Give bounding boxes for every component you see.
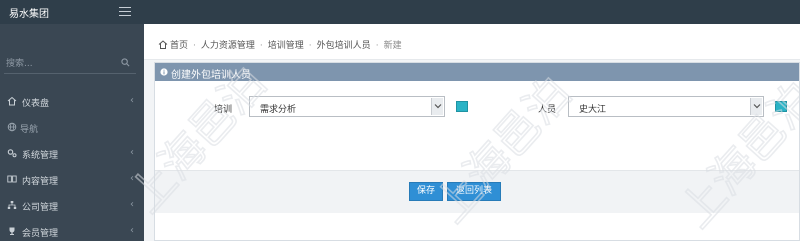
training-label: 培训 <box>214 105 233 115</box>
breadcrumb-training[interactable]: 培训管理 <box>268 41 304 51</box>
main-content: 首页 · 人力资源管理 · 培训管理 · 外包培训人员 · 新建 创建外包培训人员 培训 需求分… <box>144 24 800 241</box>
breadcrumb-separator: · <box>259 41 263 51</box>
sidebar-item-label: 会员管理 <box>22 229 59 239</box>
sidebar-item-label: 内容管理 <box>22 177 59 187</box>
trophy-icon <box>9 227 15 235</box>
chevron-left-icon: ‹ <box>130 225 134 236</box>
menu-toggle-icon[interactable] <box>119 7 131 17</box>
person-select[interactable]: 史大江 <box>568 96 764 117</box>
sidebar-item-label: 导航 <box>20 125 39 135</box>
breadcrumb-outsourced-trainees[interactable]: 外包培训人员 <box>317 41 371 51</box>
chevron-left-icon: ‹ <box>130 199 134 210</box>
top-bar: 易水集团 <box>0 0 800 24</box>
brand-name: 易水集团 <box>9 9 49 20</box>
chevron-down-icon <box>750 98 762 115</box>
sidebar-search <box>4 54 136 74</box>
sidebar: 仪表盘 ‹ 导航 系统管理 ‹ 内容管理 ‹ <box>0 24 144 241</box>
person-picker-button[interactable] <box>775 101 787 112</box>
home-icon <box>7 96 17 106</box>
sidebar-item-label: 系统管理 <box>22 151 59 161</box>
create-form-panel: 创建外包培训人员 培训 需求分析 人员 史大江 保存 返回列表 <box>154 62 800 241</box>
sidebar-item-members[interactable]: 会员管理 ‹ <box>0 218 144 241</box>
sidebar-item-dashboard[interactable]: 仪表盘 ‹ <box>0 88 144 114</box>
chevron-left-icon: ‹ <box>130 95 134 106</box>
chevron-left-icon: ‹ <box>130 173 134 184</box>
search-icon[interactable] <box>121 58 130 67</box>
home-icon <box>158 40 168 49</box>
breadcrumb-current: 新建 <box>383 41 402 51</box>
org-chart-icon <box>7 201 17 209</box>
sidebar-item-company[interactable]: 公司管理 ‹ <box>0 192 144 218</box>
sidebar-item-content[interactable]: 内容管理 ‹ <box>0 166 144 192</box>
chevron-left-icon: ‹ <box>130 147 134 158</box>
gears-icon <box>7 149 17 158</box>
breadcrumb-home[interactable]: 首页 <box>170 41 188 51</box>
training-picker-button[interactable] <box>456 101 468 112</box>
person-label: 人员 <box>538 105 557 115</box>
content-icon <box>7 175 17 183</box>
panel-header: 创建外包培训人员 <box>155 63 799 81</box>
sidebar-item-navigation[interactable]: 导航 <box>0 114 144 140</box>
breadcrumb-separator: · <box>193 41 196 51</box>
search-input[interactable] <box>6 56 118 72</box>
breadcrumb-separator: · <box>308 41 312 51</box>
back-to-list-button[interactable]: 返回列表 <box>447 182 501 201</box>
person-select-value: 史大江 <box>579 105 607 115</box>
globe-icon <box>7 122 17 132</box>
training-select-value: 需求分析 <box>260 105 297 115</box>
training-select[interactable]: 需求分析 <box>249 96 445 117</box>
save-button[interactable]: 保存 <box>409 182 443 201</box>
breadcrumb-hr[interactable]: 人力资源管理 <box>201 41 255 51</box>
panel-title: 创建外包培训人员 <box>171 70 251 81</box>
info-icon <box>160 68 168 76</box>
breadcrumb: 首页 · 人力资源管理 · 培训管理 · 外包培训人员 · 新建 <box>144 24 800 60</box>
chevron-down-icon <box>431 98 443 115</box>
sidebar-item-label: 仪表盘 <box>22 99 50 109</box>
sidebar-nav: 仪表盘 ‹ 导航 系统管理 ‹ 内容管理 ‹ 公司管理 ‹ 会员管理 ‹ <box>0 88 144 241</box>
sidebar-item-label: 公司管理 <box>22 203 59 213</box>
sidebar-item-system[interactable]: 系统管理 ‹ <box>0 140 144 166</box>
breadcrumb-separator: · <box>375 41 379 51</box>
